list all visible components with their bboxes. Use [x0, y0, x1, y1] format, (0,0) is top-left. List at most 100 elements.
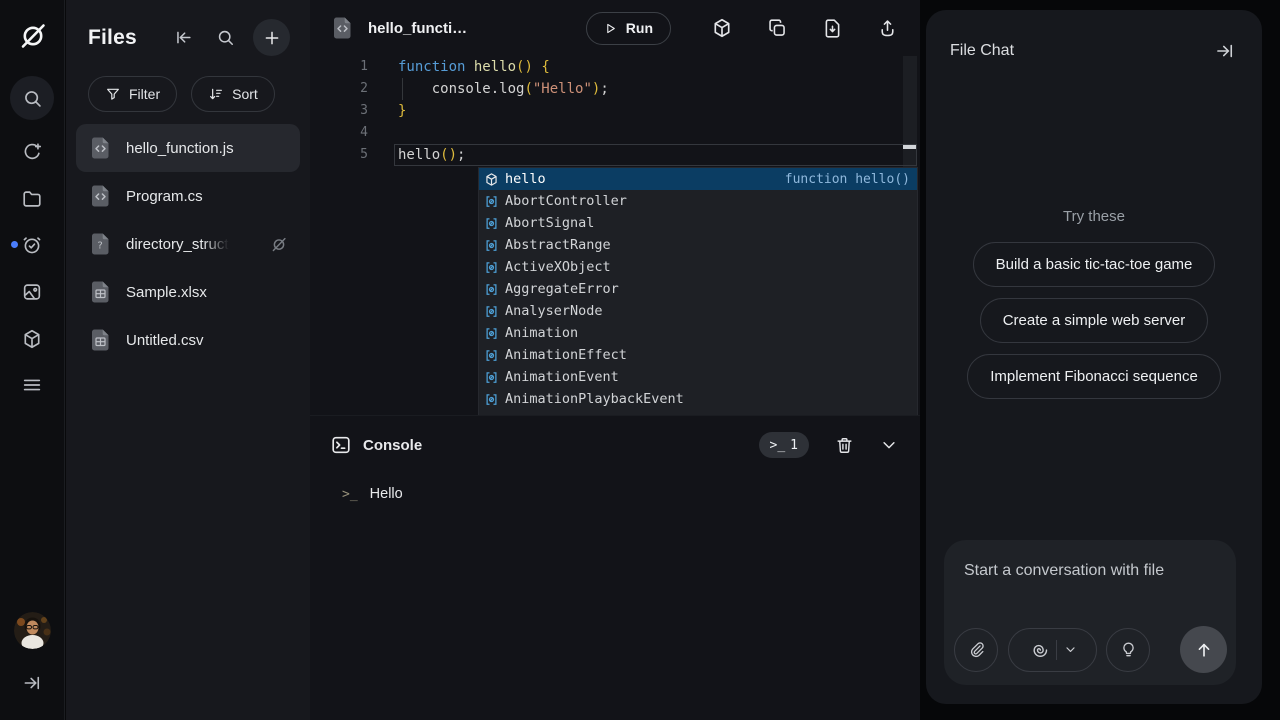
add-file-button[interactable]: [253, 19, 290, 56]
code-text: console.log("Hello");: [398, 78, 609, 100]
suggestion-item[interactable]: ActiveXObject: [479, 256, 917, 278]
bracket-icon: [484, 238, 499, 253]
suggestion-label: AnimationPlaybackEvent: [505, 391, 684, 407]
ideas-button[interactable]: [1106, 628, 1150, 672]
sandbox-cube-icon[interactable]: [711, 17, 733, 39]
sort-button[interactable]: Sort: [191, 76, 275, 112]
app-logo-icon[interactable]: [17, 19, 49, 51]
chat-suggestion-pill[interactable]: Build a basic tic-tac-toe game: [973, 242, 1216, 287]
line-number: 1: [310, 56, 368, 78]
tab-title: hello_functi…: [368, 20, 467, 37]
filter-icon: [105, 86, 121, 102]
logo-small-icon: [270, 235, 288, 253]
suggestion-item[interactable]: AnimationEffect: [479, 344, 917, 366]
editor-pane: hello_functi… Run 1function hello() {2 c…: [310, 0, 920, 720]
suggestion-item[interactable]: AbortController: [479, 190, 917, 212]
console-panel: Console >_ 1 >_Hello: [310, 415, 920, 720]
bracket-icon: [484, 392, 499, 407]
console-entry: >_Hello: [342, 486, 920, 502]
chat-suggestion-pill[interactable]: Create a simple web server: [980, 298, 1209, 343]
autocomplete-popup: hello function hello() AbortController Abor…: [478, 167, 918, 415]
file-row[interactable]: Program.cs: [76, 172, 300, 220]
model-chevron-down-icon: [1064, 643, 1077, 656]
suggestion-item[interactable]: AnalyserNode: [479, 300, 917, 322]
suggestion-label: AnimationEvent: [505, 369, 619, 385]
run-label: Run: [626, 20, 653, 36]
send-button[interactable]: [1180, 626, 1227, 673]
rail-collapse-right-icon[interactable]: [10, 661, 54, 705]
suggestion-item[interactable]: AnimationPlaybackEvent: [479, 388, 917, 410]
console-count: 1: [790, 438, 798, 453]
file-row[interactable]: hello_function.js: [76, 124, 300, 172]
suggestion-detail: function hello(): [785, 172, 910, 187]
try-these-label: Try these: [1063, 208, 1125, 225]
suggestion-item[interactable]: AnimationEvent: [479, 366, 917, 388]
suggestion-label: Animation: [505, 325, 578, 341]
copy-icon[interactable]: [767, 18, 788, 39]
chat-input-card: Start a conversation with file: [944, 540, 1236, 685]
play-icon: [604, 22, 617, 35]
line-number: 2: [310, 78, 368, 100]
collapse-left-icon[interactable]: [169, 24, 197, 52]
code-line[interactable]: 1function hello() {: [310, 56, 920, 78]
rail-search-icon[interactable]: [10, 76, 54, 120]
line-number: 3: [310, 100, 368, 122]
console-output: Hello: [370, 486, 403, 502]
rail-menu-icon[interactable]: [10, 363, 54, 407]
terminal-mini-icon: >_: [770, 438, 786, 453]
suggestion-label: AbortController: [505, 193, 627, 209]
suggestion-label: AnalyserNode: [505, 303, 603, 319]
chat-suggestion-pill[interactable]: Implement Fibonacci sequence: [967, 354, 1221, 399]
icon-rail: [0, 0, 65, 720]
console-title: Console: [363, 437, 422, 454]
filter-button[interactable]: Filter: [88, 76, 177, 112]
code-line[interactable]: 2 console.log("Hello");: [310, 78, 920, 100]
trash-icon[interactable]: [835, 436, 854, 455]
model-selector[interactable]: [1008, 628, 1097, 672]
file-name: Untitled.csv: [126, 332, 204, 349]
rail-new-chat-icon[interactable]: [10, 130, 54, 174]
chat-input[interactable]: Start a conversation with file: [944, 540, 1236, 580]
paperclip-icon: [967, 640, 986, 659]
avatar[interactable]: [14, 612, 51, 649]
file-row[interactable]: Sample.xlsx: [76, 268, 300, 316]
suggestion-item[interactable]: hello function hello(): [479, 168, 917, 190]
suggestion-item[interactable]: AggregateError: [479, 278, 917, 300]
rail-media-icon[interactable]: [10, 270, 54, 314]
sort-label: Sort: [232, 86, 258, 102]
suggestion-label: AnimationEffect: [505, 347, 627, 363]
file-row[interactable]: Untitled.csv: [76, 316, 300, 364]
attach-button[interactable]: [954, 628, 998, 672]
suggestion-label: ActiveXObject: [505, 259, 611, 275]
sort-icon: [208, 86, 224, 102]
code-text: hello();: [398, 144, 465, 166]
upload-icon[interactable]: [877, 18, 898, 39]
code-line[interactable]: 4: [310, 122, 920, 144]
run-button[interactable]: Run: [586, 12, 671, 45]
chevron-down-icon[interactable]: [880, 436, 898, 454]
rail-packages-icon[interactable]: [10, 317, 54, 361]
sidebar-search-icon[interactable]: [211, 24, 239, 52]
code-editor[interactable]: 1function hello() {2 console.log("Hello"…: [310, 56, 920, 415]
file-table-icon: [88, 327, 114, 353]
rail-tasks-icon[interactable]: [10, 223, 54, 267]
rail-folder-icon[interactable]: [10, 177, 54, 221]
cube-icon: [484, 172, 499, 187]
indent-guide: [402, 78, 403, 100]
suggestion-item[interactable]: AbortSignal: [479, 212, 917, 234]
suggestion-item[interactable]: Animation: [479, 322, 917, 344]
file-row[interactable]: ?directory_struct: [76, 220, 300, 268]
file-list: hello_function.jsProgram.cs?directory_st…: [76, 124, 300, 364]
bracket-icon: [484, 370, 499, 385]
suggestion-item[interactable]: AbstractRange: [479, 234, 917, 256]
code-line[interactable]: 5hello();: [310, 144, 920, 166]
file-name: Sample.xlsx: [126, 284, 207, 301]
suggestion-label: hello: [505, 171, 546, 187]
console-count-badge[interactable]: >_ 1: [759, 432, 809, 458]
file-question-icon: ?: [88, 231, 114, 257]
bracket-icon: [484, 260, 499, 275]
download-file-icon[interactable]: [822, 18, 843, 39]
suggestion-label: AggregateError: [505, 281, 619, 297]
chat-collapse-right-icon[interactable]: [1215, 41, 1235, 61]
code-line[interactable]: 3}: [310, 100, 920, 122]
